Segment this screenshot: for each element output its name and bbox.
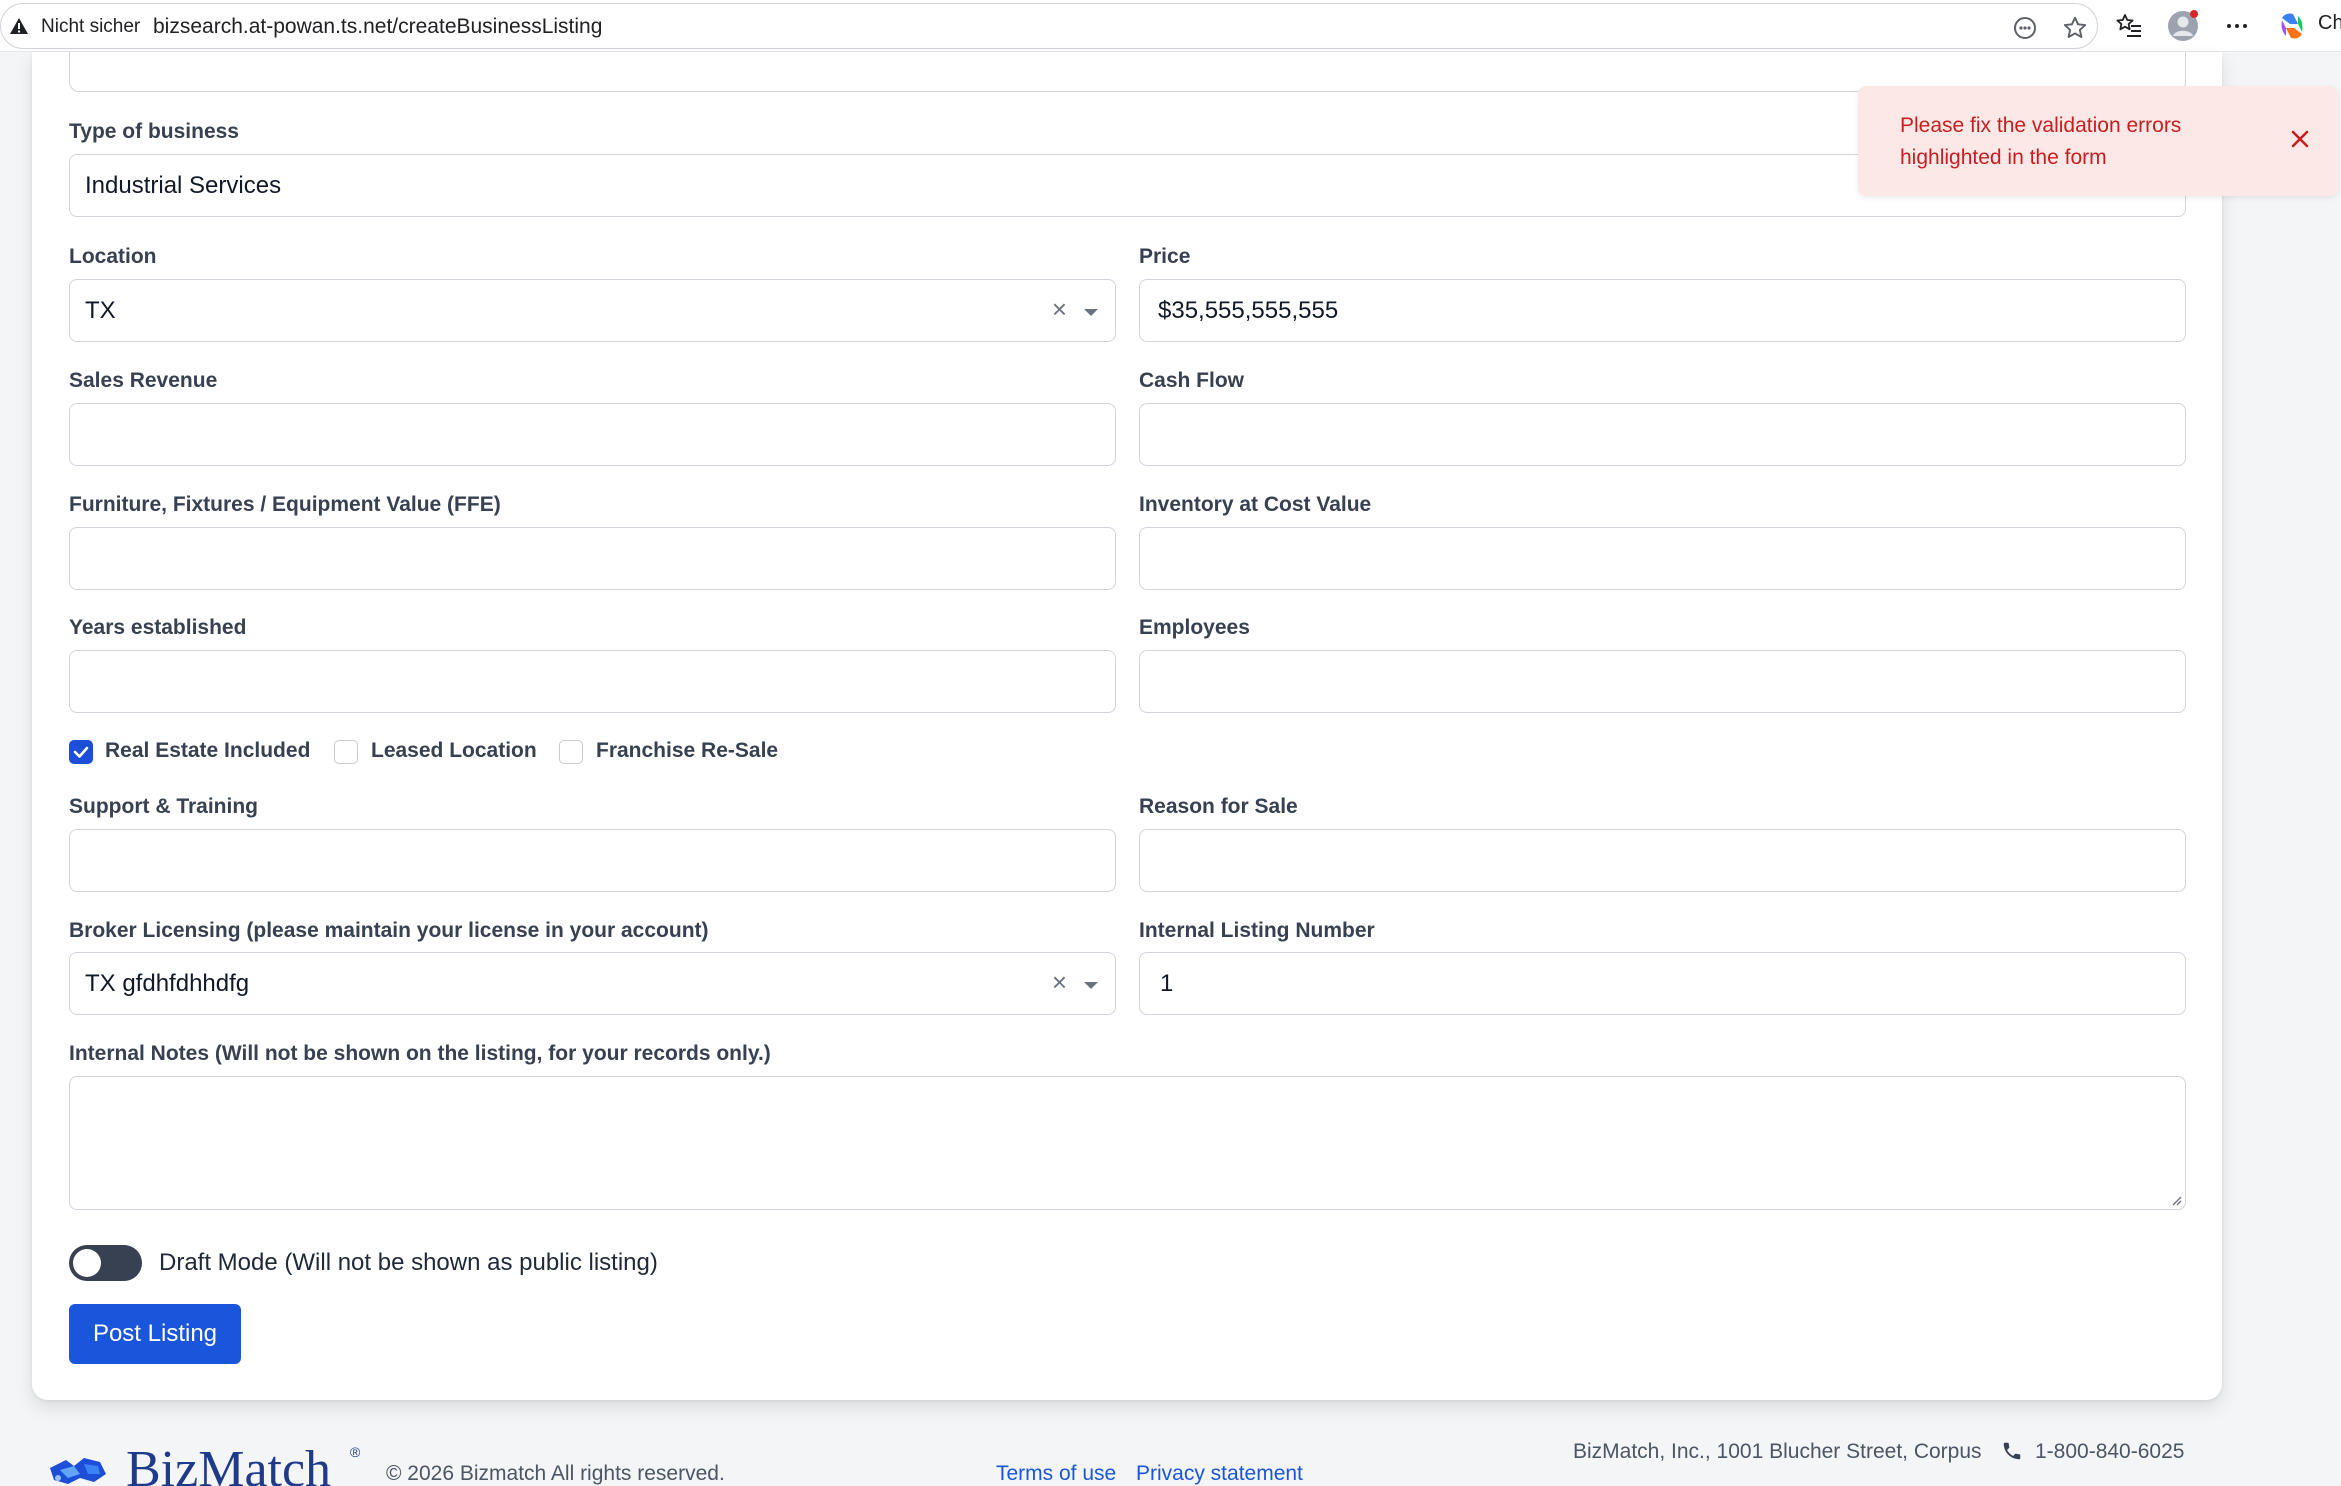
type-of-business-label: Type of business <box>69 120 239 143</box>
location-label: Location <box>69 245 157 268</box>
star-icon[interactable] <box>2061 14 2089 42</box>
sales-revenue-input[interactable] <box>69 403 1116 466</box>
years-established-label: Years established <box>69 616 247 639</box>
cash-flow-input[interactable] <box>1139 403 2186 466</box>
inventory-input[interactable] <box>1139 527 2186 590</box>
bizmatch-logo[interactable]: BizMatch ® <box>44 1442 364 1486</box>
phone-icon <box>2003 1442 2021 1460</box>
ffe-input[interactable] <box>69 527 1116 590</box>
broker-licensing-value: TX gfdhfdhhdfg <box>85 970 250 997</box>
phone-number[interactable]: 1-800-840-6025 <box>2035 1440 2184 1464</box>
sales-revenue-label: Sales Revenue <box>69 369 218 392</box>
reason-for-sale-input[interactable] <box>1139 829 2186 892</box>
reader-icon[interactable] <box>2011 14 2039 42</box>
internal-listing-number-input[interactable]: 1 <box>1139 952 2186 1015</box>
employees-label: Employees <box>1139 616 1250 639</box>
years-established-input[interactable] <box>69 650 1116 713</box>
post-listing-button[interactable]: Post Listing <box>69 1304 241 1364</box>
broker-licensing-label: Broker Licensing (please maintain your l… <box>69 919 709 942</box>
franchise-resale-label[interactable]: Franchise Re-Sale <box>596 739 778 763</box>
clear-location-icon[interactable]: × <box>1052 294 1067 325</box>
toggle-knob <box>73 1249 101 1277</box>
puzzle-logo-icon <box>50 1458 106 1484</box>
privacy-statement-link[interactable]: Privacy statement <box>1136 1462 1303 1486</box>
sales-revenue-field[interactable] <box>70 404 1115 465</box>
copilot-icon[interactable] <box>2276 10 2308 42</box>
location-value: TX <box>85 297 116 324</box>
check-icon <box>73 746 89 758</box>
internal-notes-label: Internal Notes (Will not be shown on the… <box>69 1042 771 1065</box>
url-text[interactable]: bizsearch.at-powan.ts.net/createBusiness… <box>153 15 602 39</box>
terms-of-use-link[interactable]: Terms of use <box>996 1462 1116 1486</box>
more-icon[interactable] <box>2221 10 2253 42</box>
support-training-label: Support & Training <box>69 795 258 818</box>
validation-error-toast: Please fix the validation errors highlig… <box>1858 86 2338 196</box>
toast-message: Please fix the validation errors highlig… <box>1900 114 2182 169</box>
support-training-input[interactable] <box>69 829 1116 892</box>
security-label[interactable]: Nicht sicher <box>41 16 140 38</box>
copilot-label[interactable]: Ch <box>2318 12 2341 35</box>
profile-avatar-icon[interactable] <box>2167 10 2199 42</box>
price-value: $35,555,555,555 <box>1158 297 1339 324</box>
draft-mode-label: Draft Mode (Will not be shown as public … <box>159 1249 658 1276</box>
favorites-icon[interactable] <box>2113 10 2145 42</box>
price-label: Price <box>1139 245 1191 268</box>
inventory-field[interactable] <box>1140 528 2185 589</box>
support-training-field[interactable] <box>70 830 1115 891</box>
leased-location-label[interactable]: Leased Location <box>371 739 537 763</box>
real-estate-label[interactable]: Real Estate Included <box>105 739 310 763</box>
clear-broker-licensing-icon[interactable]: × <box>1052 967 1067 998</box>
close-icon[interactable] <box>2288 127 2312 151</box>
logo-text: BizMatch <box>126 1442 332 1486</box>
resize-handle-icon[interactable] <box>2170 1194 2182 1206</box>
cash-flow-field[interactable] <box>1140 404 2185 465</box>
years-established-field[interactable] <box>70 651 1115 712</box>
price-input[interactable]: $35,555,555,555 <box>1139 279 2186 342</box>
employees-input[interactable] <box>1139 650 2186 713</box>
ffe-label: Furniture, Fixtures / Equipment Value (F… <box>69 493 501 516</box>
address-bar[interactable]: Nicht sicher bizsearch.at-powan.ts.net/c… <box>0 3 2098 49</box>
broker-licensing-select[interactable]: TX gfdhfdhhdfg × <box>69 952 1116 1015</box>
draft-mode-toggle[interactable] <box>69 1245 142 1281</box>
chevron-down-icon[interactable] <box>1084 309 1098 316</box>
warning-icon <box>10 18 28 34</box>
cash-flow-label: Cash Flow <box>1139 369 1245 392</box>
inventory-label: Inventory at Cost Value <box>1139 493 1372 516</box>
franchise-resale-checkbox[interactable] <box>559 740 583 764</box>
browser-toolbar: Nicht sicher bizsearch.at-powan.ts.net/c… <box>0 0 2341 52</box>
copyright-text: © 2026 Bizmatch All rights reserved. <box>386 1462 725 1485</box>
reason-for-sale-field[interactable] <box>1140 830 2185 891</box>
registered-mark: ® <box>350 1444 361 1460</box>
reason-for-sale-label: Reason for Sale <box>1139 795 1298 818</box>
page-footer: BizMatch ® © 2026 Bizmatch All rights re… <box>0 1400 2341 1486</box>
company-address: BizMatch, Inc., 1001 Blucher Street, Cor… <box>1573 1440 1982 1463</box>
ffe-field[interactable] <box>70 528 1115 589</box>
location-select[interactable]: TX × <box>69 279 1116 342</box>
chevron-down-icon[interactable] <box>1084 982 1098 989</box>
real-estate-checkbox[interactable] <box>69 740 93 764</box>
type-of-business-value: Industrial Services <box>85 172 282 199</box>
internal-listing-number-label: Internal Listing Number <box>1139 919 1375 942</box>
internal-notes-textarea[interactable] <box>69 1076 2186 1210</box>
internal-listing-number-value: 1 <box>1160 970 1174 997</box>
employees-field[interactable] <box>1140 651 2185 712</box>
leased-location-checkbox[interactable] <box>334 740 358 764</box>
